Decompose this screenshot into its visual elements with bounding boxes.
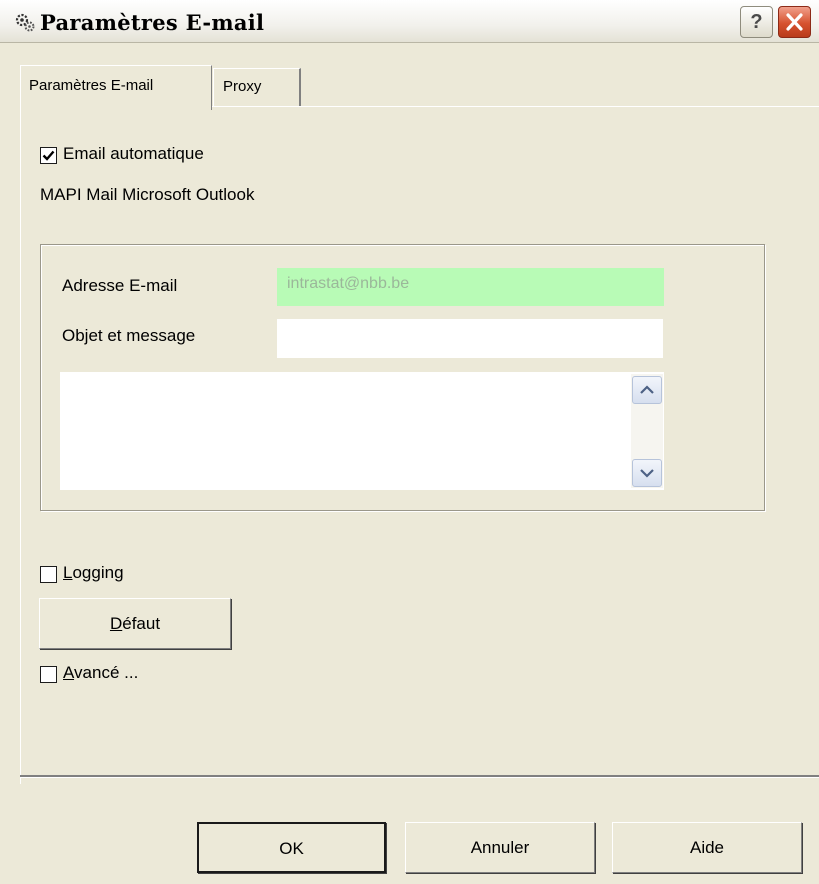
default-button[interactable]: Défaut <box>39 598 231 649</box>
close-button[interactable] <box>778 6 811 38</box>
panel-divider <box>20 775 819 778</box>
settings-gears-icon <box>14 11 36 33</box>
help-button[interactable]: ? <box>740 6 773 38</box>
email-address-label: Adresse E-mail <box>62 276 178 295</box>
window-title: Paramètres E-mail <box>40 10 265 35</box>
logging-label: Logging <box>63 563 124 582</box>
email-automatic-label: Email automatique <box>63 144 204 163</box>
advanced-label: Avancé ... <box>63 663 139 682</box>
close-icon <box>786 13 803 31</box>
checkmark-icon <box>42 150 55 161</box>
message-textarea[interactable] <box>60 372 664 490</box>
mapi-text: MAPI Mail Microsoft Outlook <box>40 185 255 204</box>
ok-button[interactable]: OK <box>197 822 386 873</box>
chevron-down-icon <box>640 469 654 478</box>
cancel-button[interactable]: Annuler <box>405 822 595 873</box>
subject-field[interactable] <box>277 319 663 358</box>
advanced-checkbox[interactable] <box>40 666 57 683</box>
tab-email-settings[interactable]: Paramètres E-mail <box>20 65 212 110</box>
email-address-field[interactable]: intrastat@nbb.be <box>277 268 664 306</box>
logging-checkbox[interactable] <box>40 566 57 583</box>
subject-label: Objet et message <box>62 326 196 345</box>
email-automatic-checkbox[interactable] <box>40 147 57 164</box>
tab-proxy[interactable]: Proxy <box>213 68 301 106</box>
scroll-up-button[interactable] <box>632 376 662 404</box>
chevron-up-icon <box>640 385 654 394</box>
scroll-down-button[interactable] <box>632 459 662 487</box>
help-footer-button[interactable]: Aide <box>612 822 802 873</box>
